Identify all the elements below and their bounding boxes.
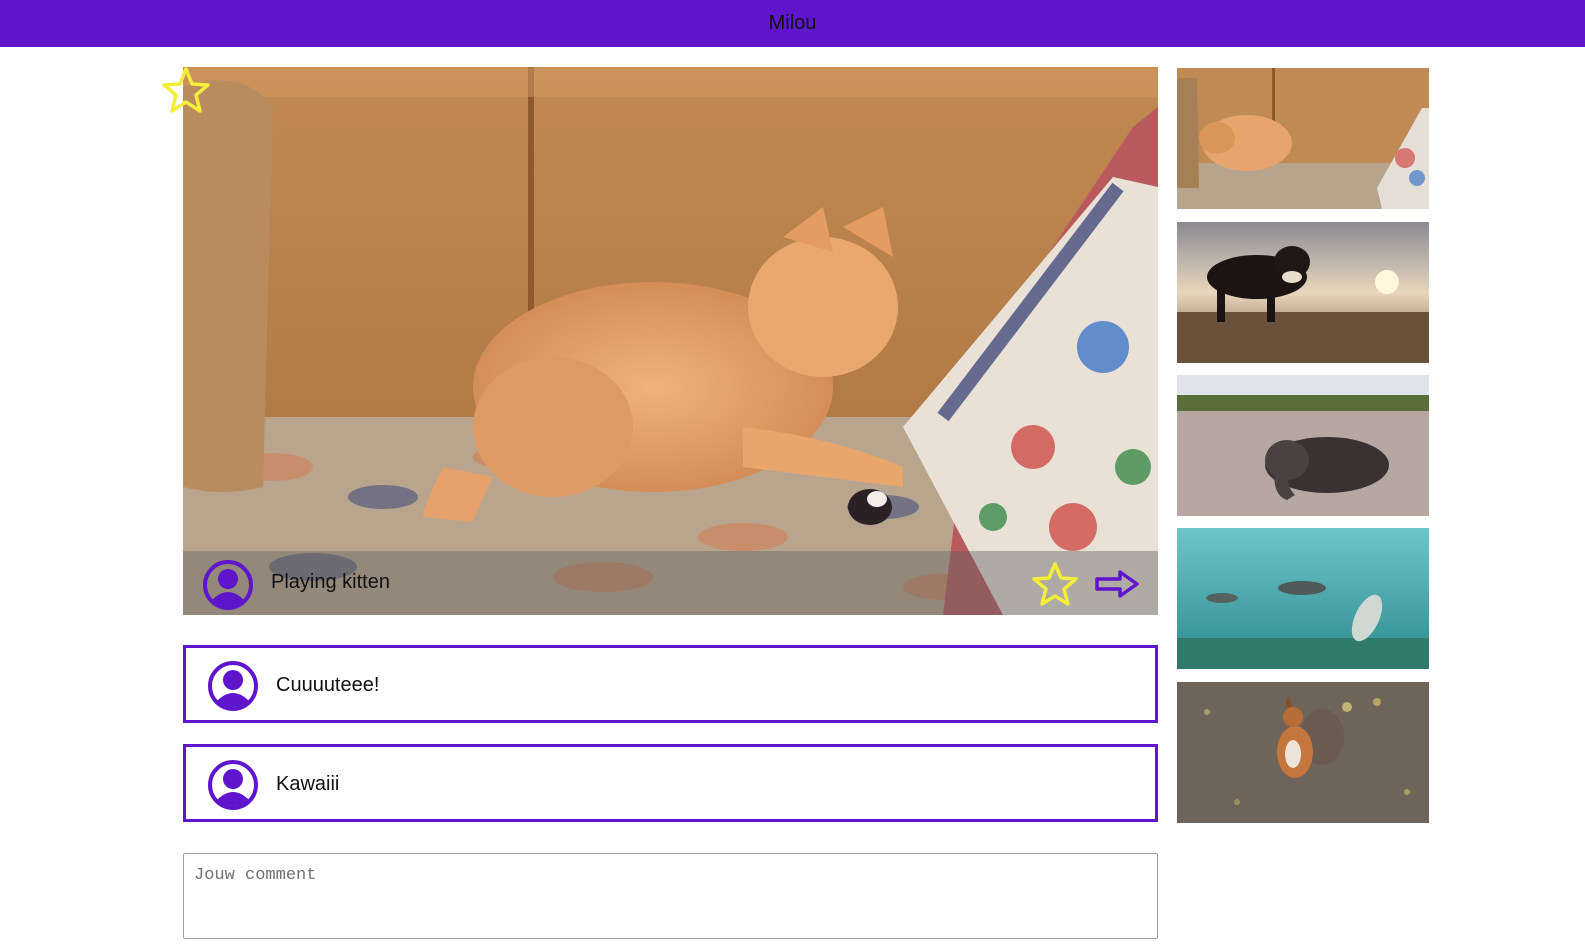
star-outline-icon[interactable] xyxy=(162,66,210,114)
elephant-thumbnail xyxy=(1177,375,1429,516)
comment-card: Cuuuuteee! xyxy=(183,645,1158,723)
comment-text: Cuuuuteee! xyxy=(276,674,380,696)
user-avatar-icon xyxy=(208,760,258,810)
video-thumbnail-puppy[interactable] xyxy=(1177,222,1429,363)
app-header: Milou xyxy=(0,0,1585,47)
user-avatar-icon xyxy=(203,560,253,610)
user-avatar-icon xyxy=(208,661,258,711)
favorite-star-icon[interactable] xyxy=(1032,561,1078,607)
squirrel-thumbnail xyxy=(1177,682,1429,823)
app-title: Milou xyxy=(768,12,817,34)
puppy-thumbnail xyxy=(1177,222,1429,363)
video-thumbnail-elephant[interactable] xyxy=(1177,375,1429,516)
video-frame xyxy=(183,67,1158,615)
comment-text: Kawaiii xyxy=(276,773,340,795)
kitten-thumbnail xyxy=(1177,68,1429,209)
seals-thumbnail xyxy=(1177,528,1429,669)
video-thumbnail-squirrel[interactable] xyxy=(1177,682,1429,823)
video-thumbnail-kitten[interactable] xyxy=(1177,68,1429,209)
video-info-bar: Playing kitten xyxy=(183,551,1158,615)
comment-card: Kawaiii xyxy=(183,744,1158,822)
video-thumbnail-seals[interactable] xyxy=(1177,528,1429,669)
arrow-right-icon[interactable] xyxy=(1094,569,1140,599)
video-title: Playing kitten xyxy=(271,571,390,593)
video-player[interactable]: Playing kitten xyxy=(183,67,1158,615)
comment-input[interactable] xyxy=(183,853,1158,939)
